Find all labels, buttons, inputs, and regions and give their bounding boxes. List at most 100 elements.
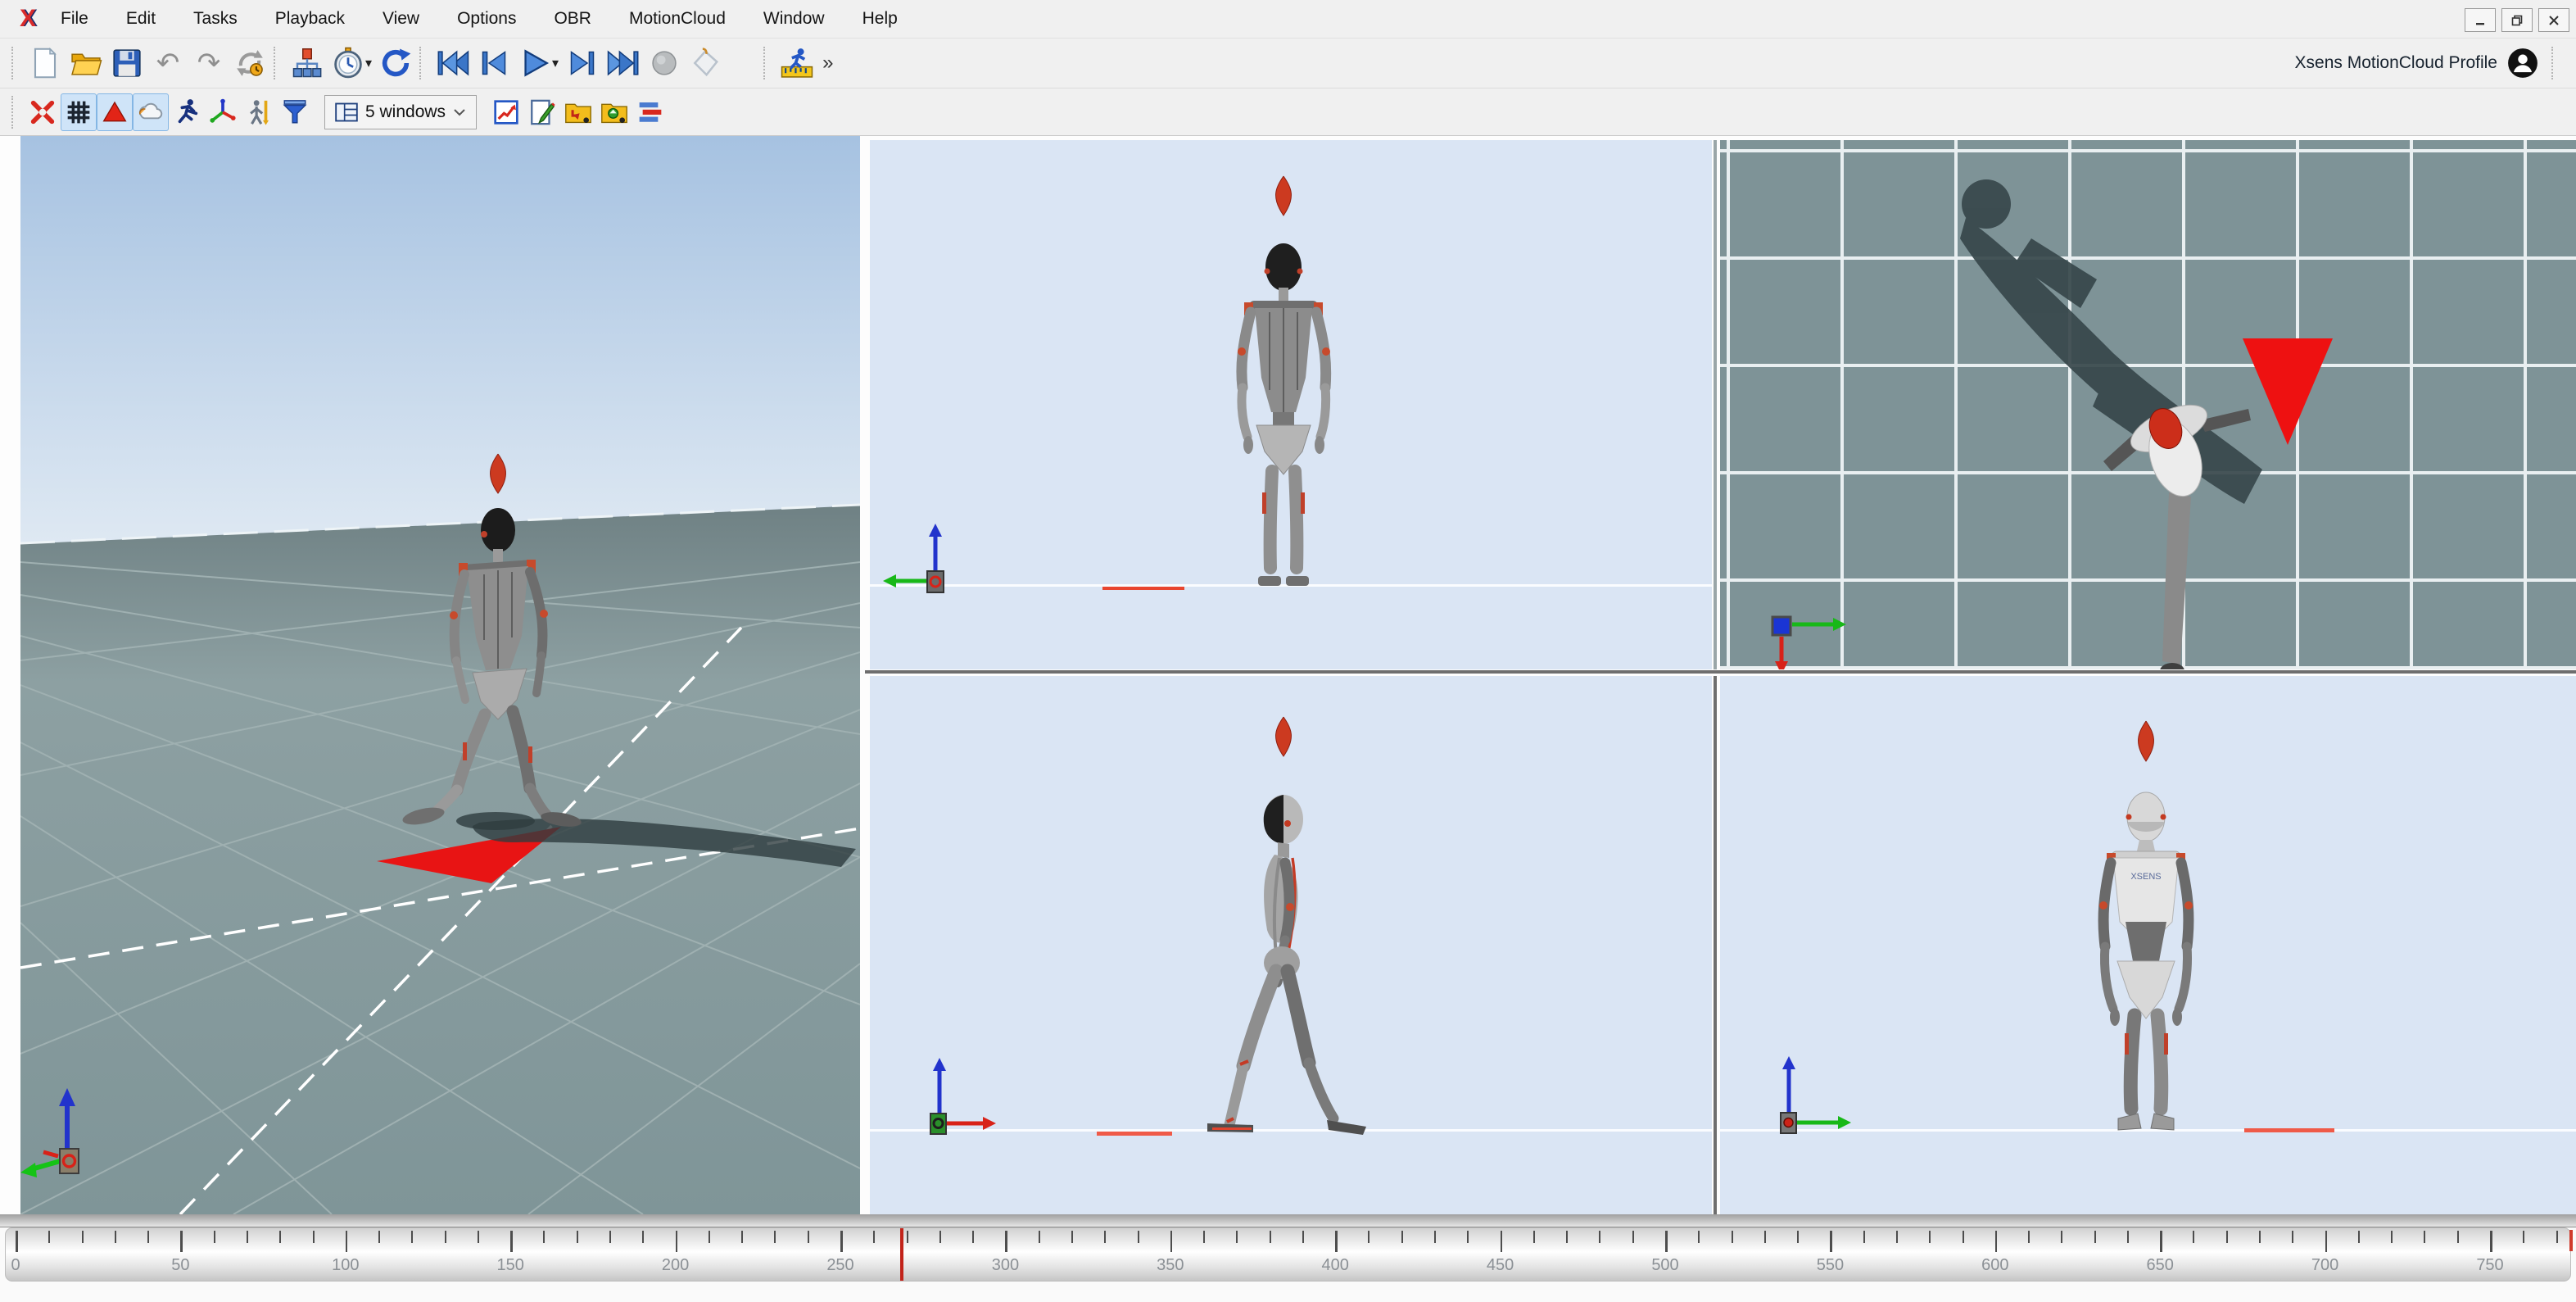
toolbar-grip[interactable]: [419, 47, 426, 79]
restore-button[interactable]: [2501, 8, 2533, 32]
ruler-tick: [1302, 1231, 1304, 1243]
viewport-divider-vertical-top[interactable]: [1714, 140, 1717, 669]
menu-obr[interactable]: OBR: [550, 7, 595, 31]
go-to-end-button[interactable]: [603, 43, 644, 84]
viewport-side[interactable]: [870, 676, 1712, 1214]
toolbar-grip[interactable]: [763, 47, 770, 79]
go-to-start-button[interactable]: [432, 43, 473, 84]
ruler-tick: [1005, 1231, 1007, 1252]
graph-button[interactable]: [488, 93, 524, 131]
menu-help[interactable]: Help: [859, 7, 901, 31]
toolbar-overflow-chevron[interactable]: »: [822, 52, 833, 75]
menu-tasks[interactable]: Tasks: [190, 7, 241, 31]
stopwatch-dropdown-arrow[interactable]: ▾: [365, 55, 372, 71]
ruler-tick-label: 750: [2476, 1256, 2503, 1275]
menu-window[interactable]: Window: [760, 7, 828, 31]
redo-icon: ↷: [197, 49, 221, 77]
ruler-tick: [214, 1231, 215, 1243]
timeline: 0501001502002503003504004505005506006507…: [0, 1214, 2576, 1302]
minimize-button[interactable]: [2465, 8, 2496, 32]
menu-motioncloud[interactable]: MotionCloud: [626, 7, 729, 31]
next-frame-button[interactable]: [562, 43, 603, 84]
timeline-ruler[interactable]: 0501001502002503003504004505005506006507…: [5, 1227, 2571, 1282]
viewport-divider-vertical-bottom[interactable]: [1714, 676, 1717, 1214]
show-axes-button[interactable]: [205, 93, 241, 131]
toolbar-grip[interactable]: [2551, 47, 2558, 79]
play-dropdown-arrow[interactable]: ▾: [552, 55, 559, 71]
ruler-tick: [313, 1231, 315, 1243]
ruler-tick-label: 0: [11, 1256, 20, 1275]
stopwatch-button[interactable]: [328, 43, 369, 84]
menubar: X File Edit Tasks Playback View Options …: [0, 0, 2576, 38]
window-layout-select[interactable]: 5 windows: [324, 95, 477, 129]
ruler-tick: [2424, 1231, 2425, 1243]
ruler-tick: [478, 1231, 479, 1243]
marker-tag-icon: [690, 48, 721, 79]
show-character-button[interactable]: [169, 93, 205, 131]
ruler-tick-label: 300: [992, 1256, 1019, 1275]
menu-file[interactable]: File: [57, 7, 92, 31]
filter-button[interactable]: [277, 93, 313, 131]
menu-playback[interactable]: Playback: [272, 7, 348, 31]
new-document-button[interactable]: [25, 43, 66, 84]
toolbar-grip[interactable]: [11, 47, 18, 79]
toggle-shadow-button[interactable]: [133, 93, 169, 131]
list-view-button[interactable]: [632, 93, 668, 131]
previous-frame-button[interactable]: [473, 43, 514, 84]
ruler-tick: [2259, 1231, 2261, 1243]
add-marker-button[interactable]: [685, 43, 726, 84]
menu-view[interactable]: View: [379, 7, 423, 31]
menu-options[interactable]: Options: [454, 7, 519, 31]
ruler-tick: [939, 1231, 941, 1243]
viewport-back[interactable]: [870, 140, 1712, 669]
figure-axes-button[interactable]: [241, 93, 277, 131]
mvn-figure-button[interactable]: [25, 93, 61, 131]
profile-area[interactable]: Xsens MotionCloud Profile: [2295, 47, 2576, 79]
toolbar-grip[interactable]: [274, 47, 280, 79]
toolbar-grip[interactable]: [11, 96, 18, 129]
export-folder-button[interactable]: [560, 93, 596, 131]
viewport-perspective[interactable]: [20, 136, 860, 1214]
red-cone-icon: [102, 99, 128, 125]
ruler-tick: [2325, 1231, 2328, 1252]
toggle-heading-marker-button[interactable]: [97, 93, 133, 131]
mvn-application-window: X File Edit Tasks Playback View Options …: [0, 0, 2576, 1302]
ruler-tick-label: 700: [2311, 1256, 2338, 1275]
reprocess-button[interactable]: [375, 43, 416, 84]
viewport-front[interactable]: XSENS: [1720, 676, 2576, 1214]
measure-tool-button[interactable]: [776, 43, 817, 84]
play-button[interactable]: [514, 43, 555, 84]
ruler-tick: [2457, 1231, 2459, 1243]
ruler-tick: [709, 1231, 710, 1243]
record-button[interactable]: [644, 43, 685, 84]
menu-edit[interactable]: Edit: [123, 7, 159, 31]
ruler-tick: [147, 1231, 149, 1243]
foot-contact-line: [1102, 587, 1184, 590]
ruler-tick-label: 550: [1817, 1256, 1844, 1275]
sync-history-button[interactable]: [229, 43, 270, 84]
mvn-figure-icon: [29, 98, 57, 126]
ruler-tick: [16, 1231, 18, 1252]
ruler-tick: [2193, 1231, 2194, 1243]
open-file-button[interactable]: [66, 43, 106, 84]
redo-button[interactable]: ↷: [188, 43, 229, 84]
viewport-divider-horizontal[interactable]: [865, 670, 2576, 674]
network-setup-button[interactable]: [287, 43, 328, 84]
save-button[interactable]: [106, 43, 147, 84]
undo-icon: ↶: [156, 49, 180, 77]
avatar-icon[interactable]: [2507, 48, 2538, 79]
viewport-top[interactable]: [1720, 140, 2576, 669]
foot-contact-line: [2244, 1128, 2334, 1132]
toggle-grid-button[interactable]: [61, 93, 97, 131]
close-button[interactable]: [2538, 8, 2569, 32]
undo-button[interactable]: ↶: [147, 43, 188, 84]
ruler-tick: [1963, 1231, 1964, 1243]
notes-button[interactable]: [524, 93, 560, 131]
import-folder-button[interactable]: [596, 93, 632, 131]
timeline-playhead[interactable]: [900, 1228, 903, 1281]
ruler-tick: [1896, 1231, 1898, 1243]
ruler-tick-label: 400: [1322, 1256, 1349, 1275]
minimize-icon: [2474, 15, 2486, 26]
ruler-tick: [247, 1231, 248, 1243]
timeline-scrollbar[interactable]: [0, 1214, 2576, 1227]
